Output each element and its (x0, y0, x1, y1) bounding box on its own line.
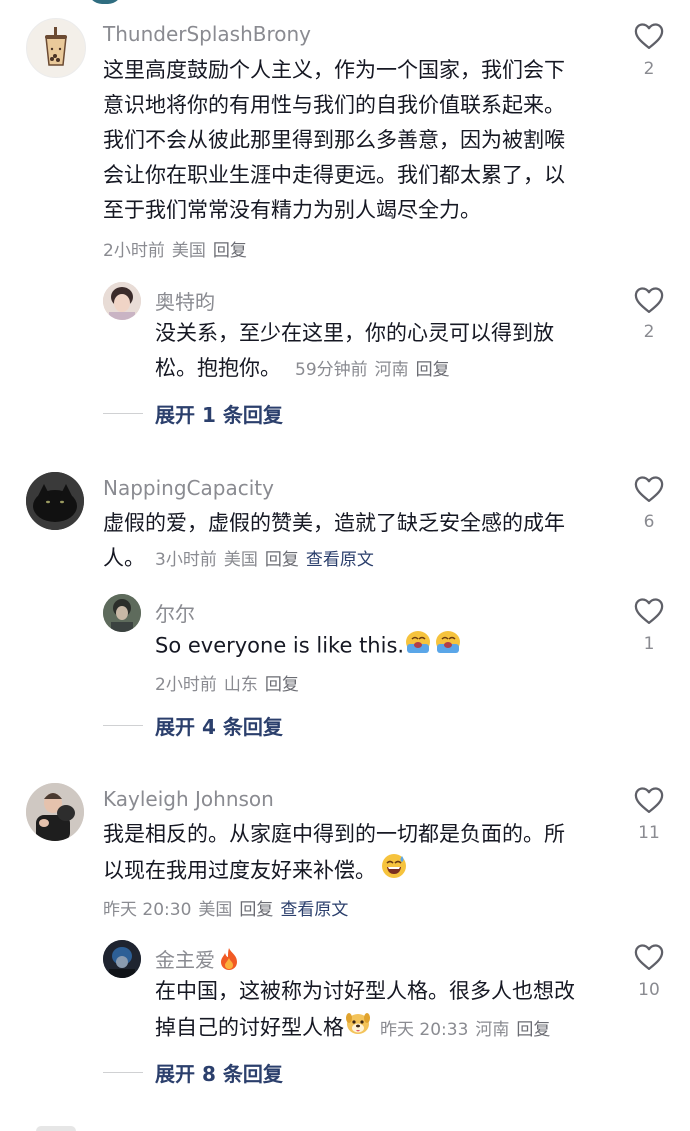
reply-text: 没关系，至少在这里，你的心灵可以得到放 松。抱抱你。 59分钟前 河南 回复 (155, 321, 554, 380)
comment-location: 美国 (198, 900, 233, 920)
like-button[interactable] (633, 786, 665, 814)
reply-username[interactable]: 尔尔 (155, 598, 195, 627)
divider (103, 1072, 143, 1073)
like-button[interactable] (633, 286, 665, 314)
expand-replies-button[interactable]: 展开 8 条回复 (103, 1058, 283, 1087)
comment-location: 美国 (223, 550, 258, 570)
avatar[interactable] (103, 282, 141, 320)
dog-face-emoji (344, 1009, 372, 1048)
expand-replies-label[interactable]: 展开 8 条回复 (155, 1058, 283, 1087)
avatar[interactable] (103, 594, 141, 632)
expand-replies-label[interactable]: 展开 4 条回复 (155, 711, 283, 740)
reply-location: 河南 (475, 1019, 510, 1040)
comment-username[interactable]: Kayleigh Johnson (103, 787, 274, 811)
reply-text: 在中国，这被称为讨好型人格。很多人也想改 掉自己的讨好型人格 昨天 20:33 河南… (155, 974, 605, 1048)
reply-username[interactable]: 金主爱 (155, 944, 241, 977)
expand-replies-button[interactable]: 展开 4 条回复 (103, 711, 283, 740)
reply-button[interactable]: 回复 (213, 241, 247, 261)
reply-location: 山东 (223, 675, 258, 695)
person-avatar-icon (103, 940, 141, 978)
reply-button[interactable]: 回复 (416, 360, 450, 380)
bubble-tea-avatar-icon (45, 27, 67, 66)
divider (103, 725, 143, 726)
avatar[interactable] (26, 18, 86, 78)
heart-icon (634, 287, 664, 313)
heart-icon (634, 23, 664, 49)
like-count: 6 (643, 512, 655, 532)
like-count: 2 (643, 322, 655, 342)
comment-username[interactable]: NappingCapacity (103, 476, 274, 500)
fire-emoji (217, 946, 241, 977)
sweat-smile-emoji (380, 852, 408, 891)
crying-face-emoji (404, 627, 464, 666)
like-button[interactable] (633, 22, 665, 50)
comment-time: 3小时前 (155, 550, 217, 570)
comment-username[interactable]: ThunderSplashBrony (103, 22, 311, 46)
comment-text: 虚假的爱，虚假的赞美，造就了缺乏安全感的成年 人。 3小时前 美国 回复 查看原文 (103, 511, 565, 570)
partial-avatar-top (88, 0, 122, 4)
person-avatar-icon (103, 594, 141, 632)
reply-location: 河南 (374, 360, 409, 380)
comment-meta: 2小时前 美国 回复 (103, 236, 254, 261)
avatar[interactable] (26, 472, 84, 530)
heart-icon (634, 598, 664, 624)
reply-text: So everyone is like this. (155, 627, 605, 666)
person-avatar-icon (103, 282, 141, 320)
heart-icon (634, 787, 664, 813)
avatar[interactable] (103, 940, 141, 978)
partial-avatar-bottom (36, 1126, 76, 1131)
comment-time: 昨天 20:30 (103, 900, 192, 920)
person-with-cat-avatar-icon (26, 783, 84, 841)
expand-replies-label[interactable]: 展开 1 条回复 (155, 399, 283, 428)
expand-replies-button[interactable]: 展开 1 条回复 (103, 399, 283, 428)
reply-meta: 2小时前 山东 回复 (155, 670, 306, 695)
like-count: 1 (643, 634, 655, 654)
view-original-button[interactable]: 查看原文 (280, 900, 348, 920)
like-button[interactable] (633, 943, 665, 971)
reply-button[interactable]: 回复 (265, 550, 299, 570)
reply-time: 昨天 20:33 (380, 1019, 469, 1040)
divider (103, 413, 143, 414)
reply-button[interactable]: 回复 (265, 675, 299, 695)
reply-username[interactable]: 奥特昀 (155, 286, 215, 315)
like-count: 2 (643, 59, 655, 79)
like-count: 10 (638, 980, 660, 1000)
comment-text: 我是相反的。从家庭中得到的一切都是负面的。所 以现在我用过度友好来补偿。 (103, 817, 613, 891)
black-cat-avatar-icon (26, 472, 84, 530)
heart-icon (634, 944, 664, 970)
like-count: 11 (638, 823, 660, 843)
reply-time: 2小时前 (155, 675, 217, 695)
reply-button[interactable]: 回复 (516, 1020, 550, 1040)
heart-icon (634, 476, 664, 502)
reply-button[interactable]: 回复 (239, 900, 273, 920)
like-button[interactable] (633, 475, 665, 503)
comment-meta: 昨天 20:30 美国 回复 查看原文 (103, 895, 355, 920)
comment-time: 2小时前 (103, 241, 165, 261)
avatar[interactable] (26, 783, 84, 841)
reply-time: 59分钟前 (295, 360, 368, 380)
comment-text: 这里高度鼓励个人主义，作为一个国家，我们会下 意识地将你的有用性与我们的自我价值… (103, 58, 565, 222)
view-original-button[interactable]: 查看原文 (306, 550, 374, 570)
like-button[interactable] (633, 597, 665, 625)
comment-location: 美国 (171, 241, 206, 261)
